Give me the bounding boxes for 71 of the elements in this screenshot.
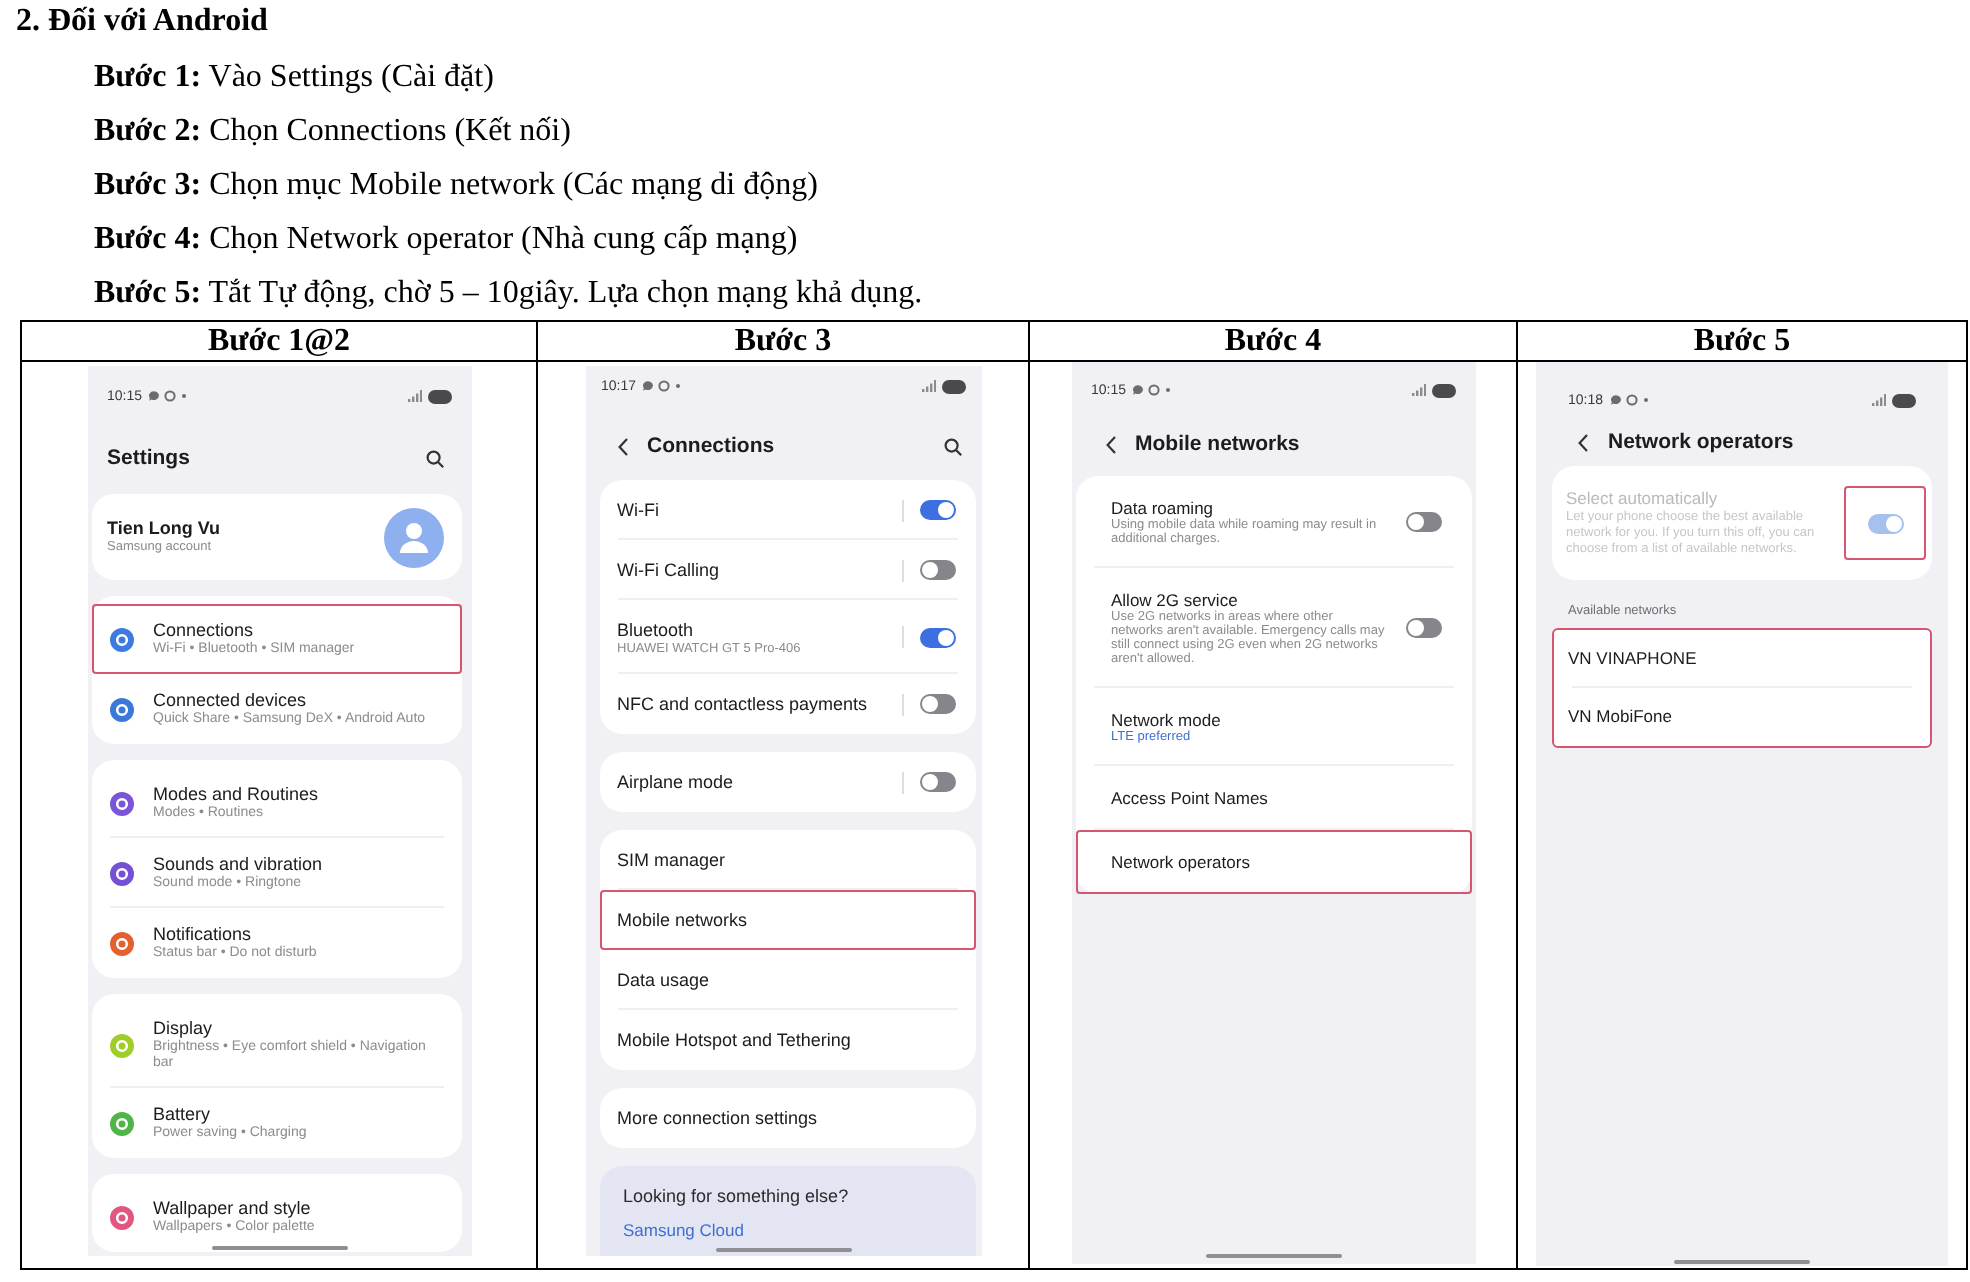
search-icon bbox=[425, 449, 443, 467]
signal-icon bbox=[407, 390, 421, 402]
ring-icon bbox=[164, 390, 177, 402]
setting-label[interactable]: Network operators bbox=[1111, 852, 1250, 872]
setting-label[interactable]: Access Point Names bbox=[1111, 788, 1268, 808]
signal-icon bbox=[1411, 384, 1425, 396]
setting-label[interactable]: Connected devices bbox=[153, 690, 307, 712]
screen-title: Network operators bbox=[1608, 429, 1794, 455]
setting-label[interactable]: Wi-Fi Calling bbox=[617, 559, 720, 581]
chat-icon bbox=[1132, 384, 1145, 396]
avatar-icon bbox=[383, 507, 443, 567]
setting-label[interactable]: Notifications bbox=[153, 924, 252, 946]
back-icon bbox=[617, 437, 627, 455]
chat-icon bbox=[642, 380, 655, 392]
battery-icon bbox=[1431, 383, 1455, 397]
account-name: Tien Long Vu bbox=[107, 518, 220, 540]
battery-icon bbox=[1892, 393, 1916, 407]
setting-label[interactable]: VN VINAPHONE bbox=[1568, 648, 1697, 670]
signal-icon bbox=[921, 380, 935, 392]
search-icon bbox=[943, 437, 961, 455]
setting-label[interactable]: Connections bbox=[153, 620, 254, 642]
toggle-switch[interactable] bbox=[919, 627, 955, 647]
toggle-switch[interactable] bbox=[919, 500, 955, 520]
ring-icon bbox=[658, 380, 671, 392]
setting-label[interactable]: Display bbox=[153, 1018, 213, 1040]
suggestion-link[interactable]: Samsung Cloud bbox=[623, 1220, 744, 1240]
column-header: Bước 1@2 bbox=[207, 323, 351, 359]
toggle-switch[interactable] bbox=[919, 694, 955, 714]
setting-label[interactable]: Bluetooth bbox=[617, 619, 694, 641]
column-header: Bước 4 bbox=[1224, 323, 1322, 359]
step-text: Bước 1: Vào Settings (Cài đặt) bbox=[94, 59, 494, 95]
setting-label[interactable]: Data roaming bbox=[1111, 498, 1214, 518]
step-text: Bước 4: Chọn Network operator (Nhà cung cấp mạng) bbox=[94, 221, 798, 257]
setting-label[interactable]: Mobile networks bbox=[617, 909, 748, 931]
section-heading: 2. Đối với Android bbox=[16, 4, 268, 40]
screen-title: Mobile networks bbox=[1135, 431, 1300, 457]
screen-title: Settings bbox=[107, 445, 190, 471]
toggle-switch[interactable] bbox=[1405, 618, 1441, 638]
setting-label[interactable]: Network mode bbox=[1111, 710, 1221, 730]
setting-label[interactable]: Allow 2G service bbox=[1111, 590, 1238, 610]
step-text: Bước 5: Tắt Tự động, chờ 5 – 10giây. Lựa chọn mạng khả dụng. bbox=[94, 275, 923, 311]
setting-label[interactable]: Wi-Fi bbox=[617, 499, 659, 521]
chat-icon bbox=[148, 390, 161, 402]
setting-label[interactable]: SIM manager bbox=[617, 849, 726, 871]
column-header: Bước 5 bbox=[1693, 323, 1791, 359]
setting-label[interactable]: NFC and contactless payments bbox=[617, 693, 868, 715]
step-text: Bước 2: Chọn Connections (Kết nối) bbox=[94, 113, 571, 149]
setting-label[interactable]: Sounds and vibration bbox=[153, 854, 323, 876]
toggle-switch[interactable] bbox=[919, 560, 955, 580]
chat-icon bbox=[1609, 394, 1622, 406]
battery-icon bbox=[427, 389, 451, 403]
screen-title: Connections bbox=[647, 433, 775, 459]
setting-label[interactable]: VN MobiFone bbox=[1568, 706, 1672, 728]
setting-label[interactable]: Mobile Hotspot and Tethering bbox=[617, 1029, 851, 1051]
ring-icon bbox=[1625, 394, 1638, 406]
step-text: Bước 3: Chọn mục Mobile network (Các mạng di động) bbox=[94, 167, 818, 203]
setting-label[interactable]: More connection settings bbox=[617, 1107, 818, 1129]
setting-label[interactable]: Battery bbox=[153, 1104, 211, 1126]
back-icon bbox=[1578, 433, 1588, 451]
setting-label[interactable]: Wallpaper and style bbox=[153, 1198, 311, 1220]
setting-label[interactable]: Modes and Routines bbox=[153, 784, 319, 806]
column-header: Bước 3 bbox=[734, 323, 832, 359]
toggle-switch[interactable] bbox=[1405, 512, 1441, 532]
setting-label[interactable]: Data usage bbox=[617, 969, 710, 991]
back-icon bbox=[1105, 435, 1115, 453]
toggle-switch[interactable] bbox=[919, 772, 955, 792]
signal-icon bbox=[1872, 394, 1886, 406]
setting-label[interactable]: Airplane mode bbox=[617, 771, 734, 793]
suggestion-title: Looking for something else? bbox=[623, 1186, 849, 1208]
battery-icon bbox=[941, 379, 965, 393]
ring-icon bbox=[1148, 384, 1161, 396]
